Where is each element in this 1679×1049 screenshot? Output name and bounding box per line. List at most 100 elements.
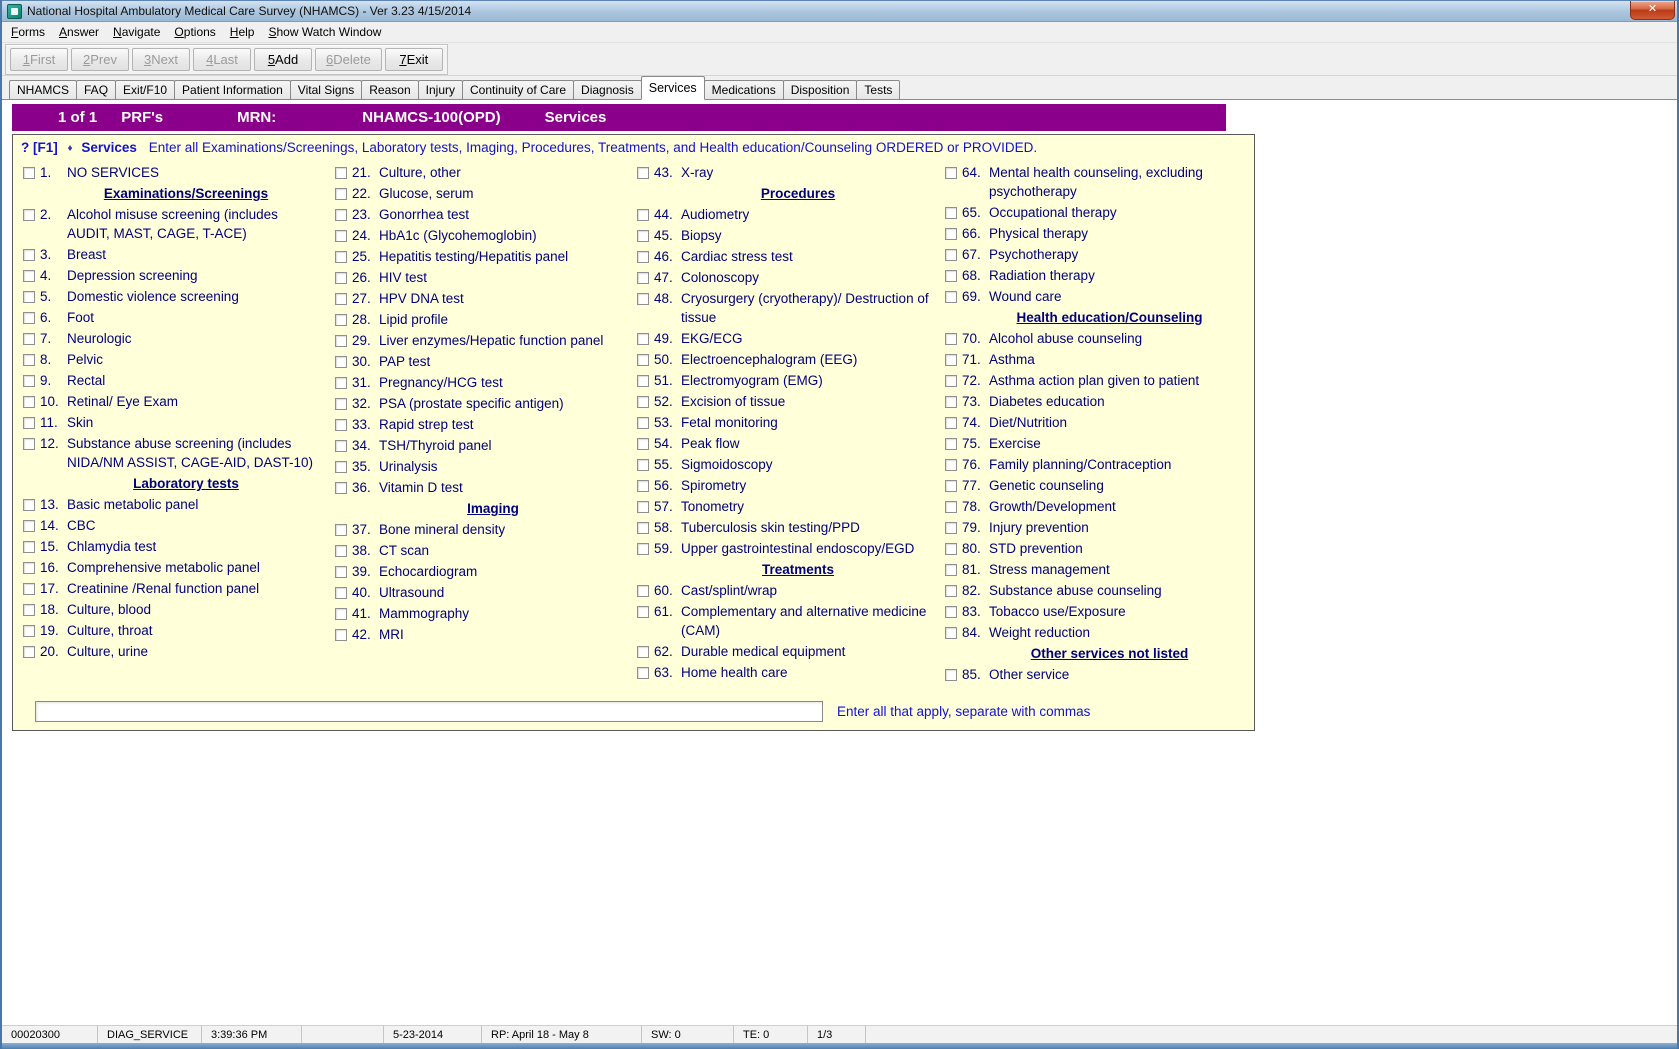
checkbox-item-68[interactable] [945, 270, 957, 282]
menu-item-help[interactable]: Help [223, 22, 262, 42]
checkbox-item-45[interactable] [637, 230, 649, 242]
checkbox-item-74[interactable] [945, 417, 957, 429]
checkbox-item-10[interactable] [23, 396, 35, 408]
checkbox-item-77[interactable] [945, 480, 957, 492]
checkbox-item-85[interactable] [945, 669, 957, 681]
menu-item-navigate[interactable]: Navigate [106, 22, 167, 42]
tab-tests[interactable]: Tests [856, 80, 900, 100]
checkbox-item-1[interactable] [23, 167, 35, 179]
checkbox-item-59[interactable] [637, 543, 649, 555]
checkbox-item-39[interactable] [335, 566, 347, 578]
checkbox-item-78[interactable] [945, 501, 957, 513]
menu-item-options[interactable]: Options [167, 22, 222, 42]
services-entry-input[interactable] [35, 701, 823, 722]
tab-reason[interactable]: Reason [361, 80, 418, 100]
checkbox-item-81[interactable] [945, 564, 957, 576]
checkbox-item-58[interactable] [637, 522, 649, 534]
checkbox-item-14[interactable] [23, 520, 35, 532]
checkbox-item-48[interactable] [637, 293, 649, 305]
checkbox-item-24[interactable] [335, 230, 347, 242]
checkbox-item-60[interactable] [637, 585, 649, 597]
checkbox-item-7[interactable] [23, 333, 35, 345]
checkbox-item-37[interactable] [335, 524, 347, 536]
checkbox-item-63[interactable] [637, 667, 649, 679]
checkbox-item-82[interactable] [945, 585, 957, 597]
checkbox-item-21[interactable] [335, 167, 347, 179]
toolbar-button-7-exit[interactable]: 7 Exit [385, 48, 443, 71]
checkbox-item-5[interactable] [23, 291, 35, 303]
checkbox-item-2[interactable] [23, 209, 35, 221]
checkbox-item-72[interactable] [945, 375, 957, 387]
checkbox-item-16[interactable] [23, 562, 35, 574]
checkbox-item-3[interactable] [23, 249, 35, 261]
checkbox-item-26[interactable] [335, 272, 347, 284]
checkbox-item-67[interactable] [945, 249, 957, 261]
checkbox-item-79[interactable] [945, 522, 957, 534]
checkbox-item-54[interactable] [637, 438, 649, 450]
tab-diagnosis[interactable]: Diagnosis [573, 80, 642, 100]
checkbox-item-50[interactable] [637, 354, 649, 366]
checkbox-item-75[interactable] [945, 438, 957, 450]
checkbox-item-27[interactable] [335, 293, 347, 305]
checkbox-item-29[interactable] [335, 335, 347, 347]
checkbox-item-65[interactable] [945, 207, 957, 219]
checkbox-item-38[interactable] [335, 545, 347, 557]
checkbox-item-33[interactable] [335, 419, 347, 431]
tab-services[interactable]: Services [641, 76, 705, 100]
checkbox-item-53[interactable] [637, 417, 649, 429]
checkbox-item-20[interactable] [23, 646, 35, 658]
help-key-label[interactable]: ? [F1] [21, 140, 58, 155]
checkbox-item-56[interactable] [637, 480, 649, 492]
checkbox-item-11[interactable] [23, 417, 35, 429]
tab-patient-information[interactable]: Patient Information [174, 80, 291, 100]
checkbox-item-46[interactable] [637, 251, 649, 263]
menu-item-forms[interactable]: Forms [4, 22, 52, 42]
checkbox-item-8[interactable] [23, 354, 35, 366]
checkbox-item-69[interactable] [945, 291, 957, 303]
checkbox-item-47[interactable] [637, 272, 649, 284]
tab-nhamcs[interactable]: NHAMCS [9, 80, 77, 100]
checkbox-item-61[interactable] [637, 606, 649, 618]
checkbox-item-35[interactable] [335, 461, 347, 473]
checkbox-item-57[interactable] [637, 501, 649, 513]
checkbox-item-76[interactable] [945, 459, 957, 471]
checkbox-item-49[interactable] [637, 333, 649, 345]
checkbox-item-83[interactable] [945, 606, 957, 618]
checkbox-item-32[interactable] [335, 398, 347, 410]
checkbox-item-40[interactable] [335, 587, 347, 599]
checkbox-item-36[interactable] [335, 482, 347, 494]
checkbox-item-25[interactable] [335, 251, 347, 263]
checkbox-item-30[interactable] [335, 356, 347, 368]
checkbox-item-12[interactable] [23, 438, 35, 450]
menu-item-show-watch-window[interactable]: Show Watch Window [261, 22, 388, 42]
app-icon[interactable] [7, 4, 22, 19]
checkbox-item-18[interactable] [23, 604, 35, 616]
tab-injury[interactable]: Injury [418, 80, 463, 100]
checkbox-item-42[interactable] [335, 629, 347, 641]
checkbox-item-34[interactable] [335, 440, 347, 452]
menu-item-answer[interactable]: Answer [52, 22, 106, 42]
checkbox-item-28[interactable] [335, 314, 347, 326]
checkbox-item-41[interactable] [335, 608, 347, 620]
checkbox-item-80[interactable] [945, 543, 957, 555]
tab-exit-f10[interactable]: Exit/F10 [115, 80, 175, 100]
checkbox-item-84[interactable] [945, 627, 957, 639]
checkbox-item-52[interactable] [637, 396, 649, 408]
checkbox-item-31[interactable] [335, 377, 347, 389]
checkbox-item-62[interactable] [637, 646, 649, 658]
checkbox-item-44[interactable] [637, 209, 649, 221]
checkbox-item-13[interactable] [23, 499, 35, 511]
checkbox-item-71[interactable] [945, 354, 957, 366]
tab-faq[interactable]: FAQ [76, 80, 116, 100]
checkbox-item-64[interactable] [945, 167, 957, 179]
checkbox-item-66[interactable] [945, 228, 957, 240]
checkbox-item-19[interactable] [23, 625, 35, 637]
checkbox-item-6[interactable] [23, 312, 35, 324]
toolbar-button-5-add[interactable]: 5 Add [254, 48, 312, 71]
checkbox-item-17[interactable] [23, 583, 35, 595]
checkbox-item-73[interactable] [945, 396, 957, 408]
tab-medications[interactable]: Medications [704, 80, 784, 100]
tab-disposition[interactable]: Disposition [783, 80, 858, 100]
close-button[interactable]: ✕ [1630, 1, 1675, 20]
checkbox-item-70[interactable] [945, 333, 957, 345]
